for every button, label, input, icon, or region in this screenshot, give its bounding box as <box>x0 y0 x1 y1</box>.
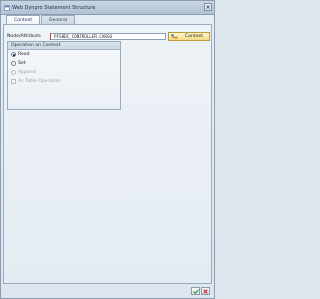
as-table-operation-box <box>11 79 16 84</box>
confirm-button[interactable] <box>191 287 200 295</box>
close-button[interactable] <box>204 3 212 11</box>
node-attribute-label: Node/Attribute <box>7 34 41 39</box>
operation-group: Operation on Context Read Set Append As … <box>7 41 121 110</box>
as-table-operation-checkbox: As Table Operation <box>11 78 61 85</box>
context-button-label: Context <box>185 34 203 39</box>
radio-set-label: Set <box>18 61 26 66</box>
radio-read-label: Read <box>18 52 30 57</box>
radio-set[interactable]: Set <box>11 60 26 67</box>
radio-set-indicator <box>11 61 16 66</box>
radio-append-label: Append <box>18 70 36 75</box>
window-icon <box>4 4 10 11</box>
window-title: Web Dynpro Statement Structure <box>12 4 96 11</box>
dialog-footer <box>191 287 210 295</box>
cancel-button[interactable] <box>201 287 210 295</box>
radio-append-indicator <box>11 70 16 75</box>
radio-read[interactable]: Read <box>11 51 30 58</box>
as-table-operation-label: As Table Operation <box>18 79 62 84</box>
cancel-icon <box>203 288 208 294</box>
context-button[interactable]: Context <box>168 32 210 41</box>
required-marker <box>50 33 51 40</box>
tab-strip: Context General <box>6 15 76 24</box>
radio-read-indicator <box>11 52 16 57</box>
dialog-window: Web Dynpro Statement Structure Context G… <box>0 0 215 299</box>
radio-append: Append <box>11 69 36 76</box>
confirm-icon <box>192 288 199 294</box>
close-icon <box>206 5 210 9</box>
context-panel: Node/Attribute PFSBDC_CONTROLLER.CARGO C… <box>3 24 212 284</box>
node-attribute-input[interactable]: PFSBDC_CONTROLLER.CARGO <box>50 33 166 40</box>
operation-group-title: Operation on Context <box>8 42 120 50</box>
tab-general[interactable]: General <box>41 15 76 24</box>
context-icon <box>171 34 178 39</box>
tab-context[interactable]: Context <box>6 15 40 24</box>
title-bar: Web Dynpro Statement Structure <box>1 1 214 15</box>
